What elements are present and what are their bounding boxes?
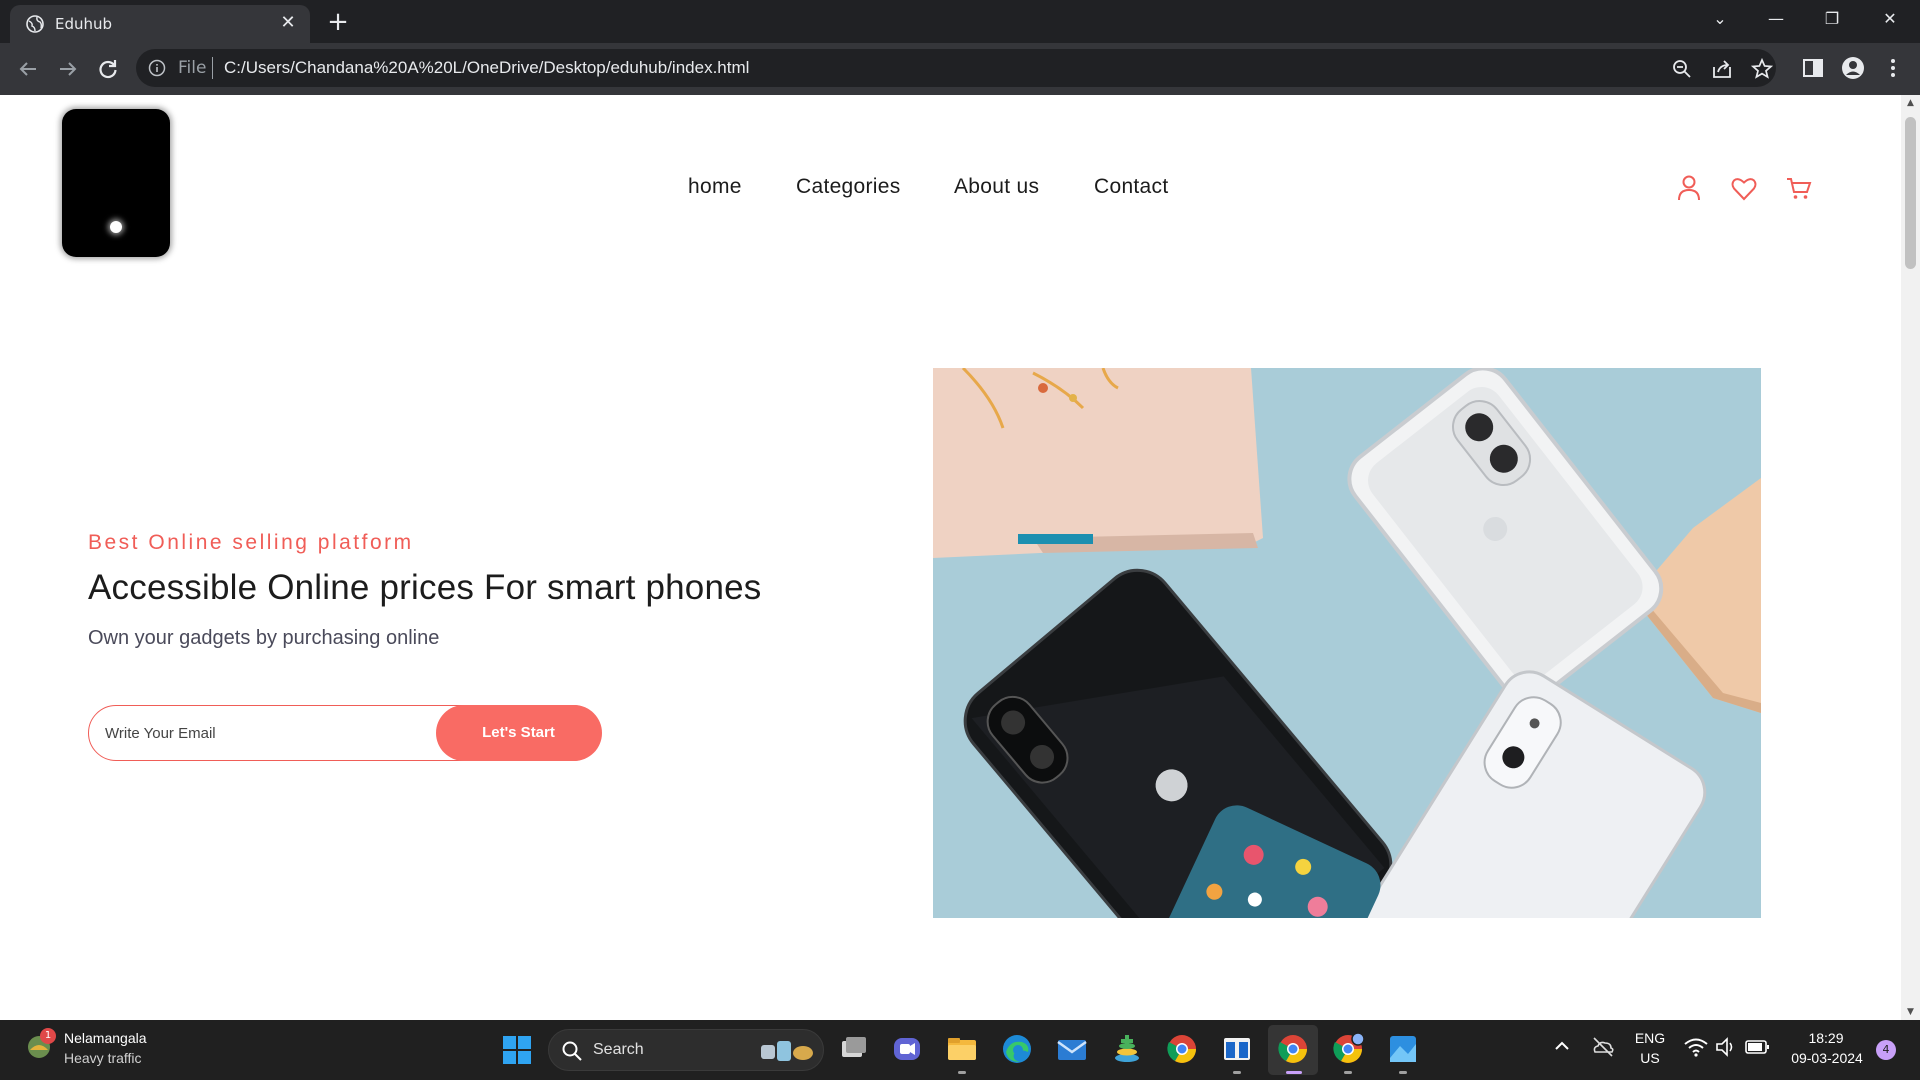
clock-date[interactable]: 09-03-2024 — [1782, 1050, 1872, 1066]
zoom-icon[interactable] — [1670, 57, 1694, 81]
email-signup-form: Let's Start — [88, 704, 602, 761]
chrome-profile-running-indicator — [1344, 1071, 1352, 1074]
mail-icon[interactable] — [1055, 1032, 1089, 1066]
scroll-down-arrow-icon[interactable]: ▼ — [1901, 1004, 1920, 1020]
language-code[interactable]: ENG — [1630, 1030, 1670, 1046]
weather-condition[interactable]: Heavy traffic — [64, 1050, 142, 1066]
chrome-menu-icon[interactable] — [1880, 55, 1906, 81]
minimize-button[interactable]: — — [1748, 0, 1804, 40]
restore-button[interactable]: ❐ — [1804, 0, 1860, 40]
tab-search-chevron-icon[interactable]: ⌄ — [1692, 0, 1748, 40]
back-arrow-icon[interactable] — [12, 53, 44, 85]
side-panel-icon[interactable] — [1800, 55, 1826, 81]
explorer-running-indicator — [958, 1071, 966, 1074]
logo-dot — [110, 221, 122, 233]
keyboard-region[interactable]: US — [1630, 1050, 1670, 1066]
windows-start-icon[interactable] — [500, 1033, 534, 1067]
tab-title: Eduhub — [55, 15, 113, 33]
bookmark-star-icon[interactable] — [1750, 57, 1774, 81]
store-running-indicator — [1233, 1071, 1241, 1074]
windows-taskbar: 1 Nelamangala Heavy traffic Search ENG U… — [0, 1020, 1920, 1080]
wishlist-heart-icon[interactable] — [1729, 173, 1759, 203]
share-icon[interactable] — [1710, 57, 1734, 81]
site-logo[interactable] — [62, 109, 170, 257]
page-scrollbar[interactable]: ▲ ▼ — [1901, 95, 1920, 1020]
search-label: Search — [593, 1041, 644, 1058]
nav-categories[interactable]: Categories — [796, 175, 901, 199]
onedrive-offline-icon[interactable] — [1590, 1034, 1616, 1060]
teams-chat-icon[interactable] — [890, 1032, 924, 1066]
chrome-active-icon[interactable] — [1276, 1032, 1310, 1066]
tab-close-icon[interactable]: ✕ — [276, 11, 300, 35]
volume-icon[interactable] — [1714, 1036, 1738, 1058]
address-bar[interactable]: File C:/Users/Chandana%20A%20L/OneDrive/… — [136, 49, 1776, 87]
stack-app-icon[interactable] — [1110, 1032, 1144, 1066]
scheme-label: File — [178, 58, 207, 78]
scroll-up-arrow-icon[interactable]: ▲ — [1901, 95, 1920, 111]
nav-about-us[interactable]: About us — [954, 175, 1039, 199]
url-text[interactable]: C:/Users/Chandana%20A%20L/OneDrive/Deskt… — [224, 58, 749, 78]
search-icon — [562, 1041, 582, 1061]
forward-arrow-icon[interactable] — [52, 53, 84, 85]
wifi-icon[interactable] — [1683, 1036, 1709, 1058]
nav-home[interactable]: home — [688, 175, 742, 199]
hero-title: Accessible Online prices For smart phone… — [88, 568, 762, 607]
new-tab-button[interactable]: + — [322, 7, 354, 39]
profile-icon[interactable] — [1840, 55, 1866, 81]
user-account-icon[interactable] — [1674, 173, 1704, 203]
chrome-profile-icon[interactable] — [1331, 1032, 1365, 1066]
browser-tab-strip: Eduhub ✕ + ⌄ — ❐ ✕ — [0, 0, 1920, 43]
photos-app-icon[interactable] — [1386, 1032, 1420, 1066]
notification-count-badge[interactable]: 4 — [1876, 1040, 1896, 1060]
reload-icon[interactable] — [92, 53, 124, 85]
edge-browser-icon[interactable] — [1000, 1032, 1034, 1066]
clock-time[interactable]: 18:29 — [1786, 1030, 1866, 1046]
scrollbar-thumb[interactable] — [1905, 117, 1916, 269]
page-viewport: home Categories About us Contact Best On… — [0, 95, 1920, 1020]
lets-start-button[interactable]: Let's Start — [435, 704, 602, 761]
task-view-icon[interactable] — [836, 1032, 870, 1066]
address-separator — [212, 57, 213, 79]
email-input[interactable] — [105, 722, 405, 744]
chrome-icon[interactable] — [1165, 1032, 1199, 1066]
shopping-cart-icon[interactable] — [1784, 173, 1814, 203]
hero-phones-image — [933, 368, 1761, 918]
photos-running-indicator — [1399, 1071, 1407, 1074]
weather-location[interactable]: Nelamangala — [64, 1030, 147, 1046]
browser-tab-eduhub[interactable]: Eduhub ✕ — [10, 5, 310, 43]
hero-tagline: Best Online selling platform — [88, 531, 414, 554]
close-window-button[interactable]: ✕ — [1862, 0, 1918, 40]
battery-icon[interactable] — [1744, 1036, 1772, 1058]
taskbar-search-box[interactable]: Search — [548, 1029, 824, 1071]
globe-icon — [26, 15, 44, 33]
browser-toolbar: File C:/Users/Chandana%20A%20L/OneDrive/… — [0, 43, 1920, 95]
store-app-icon[interactable] — [1220, 1032, 1254, 1066]
hero-description: Own your gadgets by purchasing online — [88, 627, 440, 649]
site-info-icon[interactable] — [148, 59, 166, 77]
chrome-active-indicator — [1286, 1071, 1302, 1074]
show-hidden-icons-chevron-icon[interactable] — [1550, 1034, 1574, 1058]
search-highlight-icon — [761, 1041, 813, 1061]
weather-badge: 1 — [40, 1028, 56, 1044]
file-explorer-icon[interactable] — [945, 1032, 979, 1066]
nav-contact[interactable]: Contact — [1094, 175, 1168, 199]
